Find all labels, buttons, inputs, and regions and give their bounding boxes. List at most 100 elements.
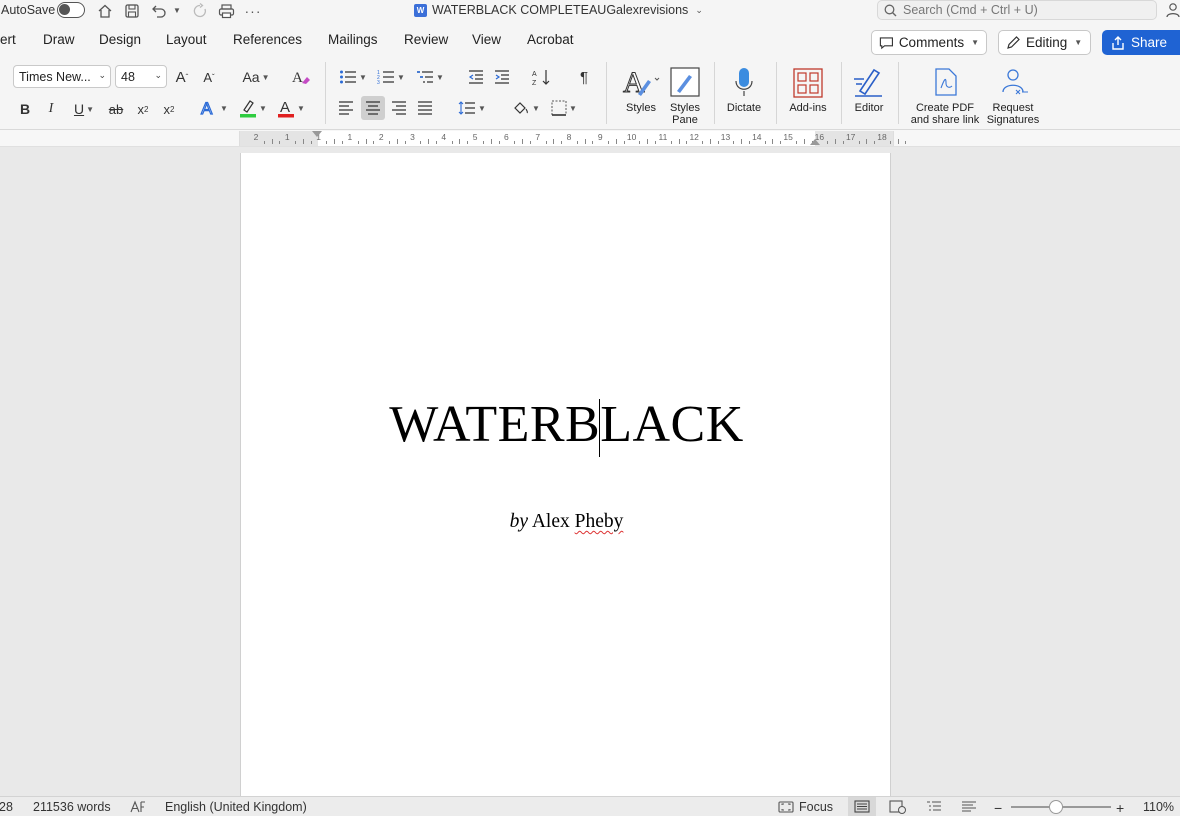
home-icon[interactable]	[95, 1, 115, 20]
align-center-icon[interactable]	[361, 96, 385, 120]
horizontal-ruler[interactable]: 2 1 1 1 2 3 4 5 6 7 8 9 10 11 12 13 14 15 16 17 18	[239, 131, 907, 146]
subscript-button[interactable]: x2	[134, 99, 152, 119]
tab-review[interactable]: Review	[404, 32, 448, 47]
search-input[interactable]	[903, 3, 1143, 17]
tab-layout[interactable]: Layout	[166, 32, 207, 47]
zoom-level[interactable]: 110%	[1143, 800, 1174, 814]
ruler-number: 13	[720, 132, 731, 142]
tab-view[interactable]: View	[472, 32, 501, 47]
page-indicator[interactable]: 28	[0, 800, 13, 814]
tab-insert[interactable]: ert	[0, 32, 16, 47]
tab-draw[interactable]: Draw	[43, 32, 75, 47]
zoom-out-icon[interactable]: −	[994, 800, 1002, 816]
decrease-indent-icon[interactable]	[466, 66, 486, 88]
ruler-number: 11	[658, 132, 668, 142]
bullets-button[interactable]: ▼	[337, 66, 369, 88]
font-size-dropdown[interactable]: 48 ⌄	[115, 65, 167, 88]
comments-button[interactable]: Comments ▼	[871, 30, 987, 55]
save-icon[interactable]	[122, 1, 142, 20]
svg-text:Z: Z	[532, 80, 537, 86]
share-button[interactable]: Share	[1102, 30, 1180, 55]
multilevel-list-button[interactable]: ▼	[413, 66, 447, 88]
ruler-tick	[553, 139, 555, 144]
justify-icon[interactable]	[415, 98, 435, 118]
font-color-button[interactable]: A ▼	[274, 97, 308, 119]
ruler-number: 9	[597, 132, 603, 142]
sort-icon[interactable]: AZ	[531, 66, 553, 88]
numbering-button[interactable]: 1 2 3 ▼	[375, 66, 407, 88]
more-icon[interactable]: ···	[243, 1, 263, 20]
right-indent-marker[interactable]	[810, 139, 820, 145]
shading-button[interactable]: ▼	[509, 97, 543, 119]
ruler-tick	[451, 141, 453, 144]
tab-mailings[interactable]: Mailings	[328, 32, 378, 47]
clear-formatting-icon[interactable]: A	[290, 66, 312, 88]
ruler-number: 14	[752, 132, 762, 142]
chevron-down-icon: ▼	[86, 104, 95, 114]
chevron-down-icon: ⌄	[695, 4, 703, 15]
add-ins-icon	[792, 62, 824, 102]
document-canvas[interactable]: WATERBLACK by Alex Pheby	[0, 147, 1180, 796]
show-formatting-marks-icon[interactable]: ¶	[574, 66, 594, 88]
word-count[interactable]: 211536 words	[33, 800, 111, 814]
add-ins-button[interactable]: Add-ins	[785, 62, 831, 114]
proofing-icon[interactable]	[130, 800, 148, 814]
autosave-toggle[interactable]	[57, 2, 85, 18]
tab-design[interactable]: Design	[99, 32, 141, 47]
request-signatures-button[interactable]: Request Signatures	[984, 62, 1042, 126]
document-byline[interactable]: by Alex Pheby	[241, 511, 892, 533]
zoom-in-icon[interactable]: +	[1116, 800, 1124, 816]
ruler-tick	[342, 141, 344, 144]
grow-font-icon[interactable]: Aˆ	[172, 67, 192, 87]
editor-button[interactable]: Editor	[848, 62, 890, 114]
indent-marker[interactable]	[312, 131, 322, 137]
italic-button[interactable]: I	[43, 99, 59, 119]
shrink-font-icon[interactable]: Aˇ	[199, 67, 219, 87]
align-left-icon[interactable]	[336, 98, 356, 118]
tab-references[interactable]: References	[233, 32, 302, 47]
web-layout-icon[interactable]	[889, 800, 907, 814]
superscript-button[interactable]: x2	[160, 99, 178, 119]
person-add-icon[interactable]	[1166, 2, 1180, 21]
ruler-number: 8	[566, 132, 572, 142]
chevron-down-icon: ▼	[297, 103, 305, 113]
ruler-tick	[420, 141, 422, 144]
draft-view-icon[interactable]	[961, 800, 977, 813]
change-case-button[interactable]: Aa ▼	[239, 67, 273, 87]
document-heading[interactable]: WATERBLACK	[241, 395, 892, 454]
underline-button[interactable]: U ▼	[68, 99, 100, 119]
ruler-tick	[561, 141, 563, 144]
styles-pane-button[interactable]: Styles Pane	[664, 62, 706, 126]
highlight-color-button[interactable]: ▼	[236, 97, 270, 119]
focus-button[interactable]: Focus	[778, 800, 833, 814]
ruler-tick	[647, 139, 649, 144]
undo-dropdown-icon[interactable]: ▼	[171, 1, 183, 20]
print-icon[interactable]	[216, 1, 236, 20]
ruler-tick	[482, 141, 484, 144]
search-box[interactable]	[877, 0, 1157, 20]
zoom-slider-thumb[interactable]	[1049, 800, 1063, 814]
line-spacing-button[interactable]: ▼	[455, 97, 489, 119]
dictate-button[interactable]: Dictate	[722, 62, 766, 114]
create-pdf-button[interactable]: Create PDF and share link	[906, 62, 984, 126]
print-layout-icon[interactable]	[854, 800, 870, 813]
document-page[interactable]: WATERBLACK by Alex Pheby	[240, 153, 891, 796]
tab-acrobat[interactable]: Acrobat	[527, 32, 574, 47]
ruler-tick	[365, 139, 367, 144]
font-name-dropdown[interactable]: Times New... ⌄	[13, 65, 111, 88]
editing-mode-button[interactable]: Editing ▼	[998, 30, 1091, 55]
text-effects-button[interactable]: A ▼	[196, 97, 232, 119]
editor-icon	[852, 62, 886, 102]
borders-button[interactable]: ▼	[547, 97, 581, 119]
strikethrough-button[interactable]: ab	[106, 99, 126, 119]
bold-button[interactable]: B	[17, 99, 33, 119]
ruler-tick	[435, 141, 437, 144]
document-title[interactable]: W WATERBLACK COMPLETEAUGalexrevisions ⌄	[414, 3, 703, 17]
increase-indent-icon[interactable]	[492, 66, 512, 88]
language-indicator[interactable]: English (United Kingdom)	[165, 800, 307, 814]
focus-label: Focus	[799, 800, 834, 814]
styles-button[interactable]: A Styles	[618, 62, 664, 114]
outline-view-icon[interactable]	[926, 800, 942, 813]
undo-icon[interactable]	[149, 1, 169, 20]
align-right-icon[interactable]	[389, 98, 409, 118]
